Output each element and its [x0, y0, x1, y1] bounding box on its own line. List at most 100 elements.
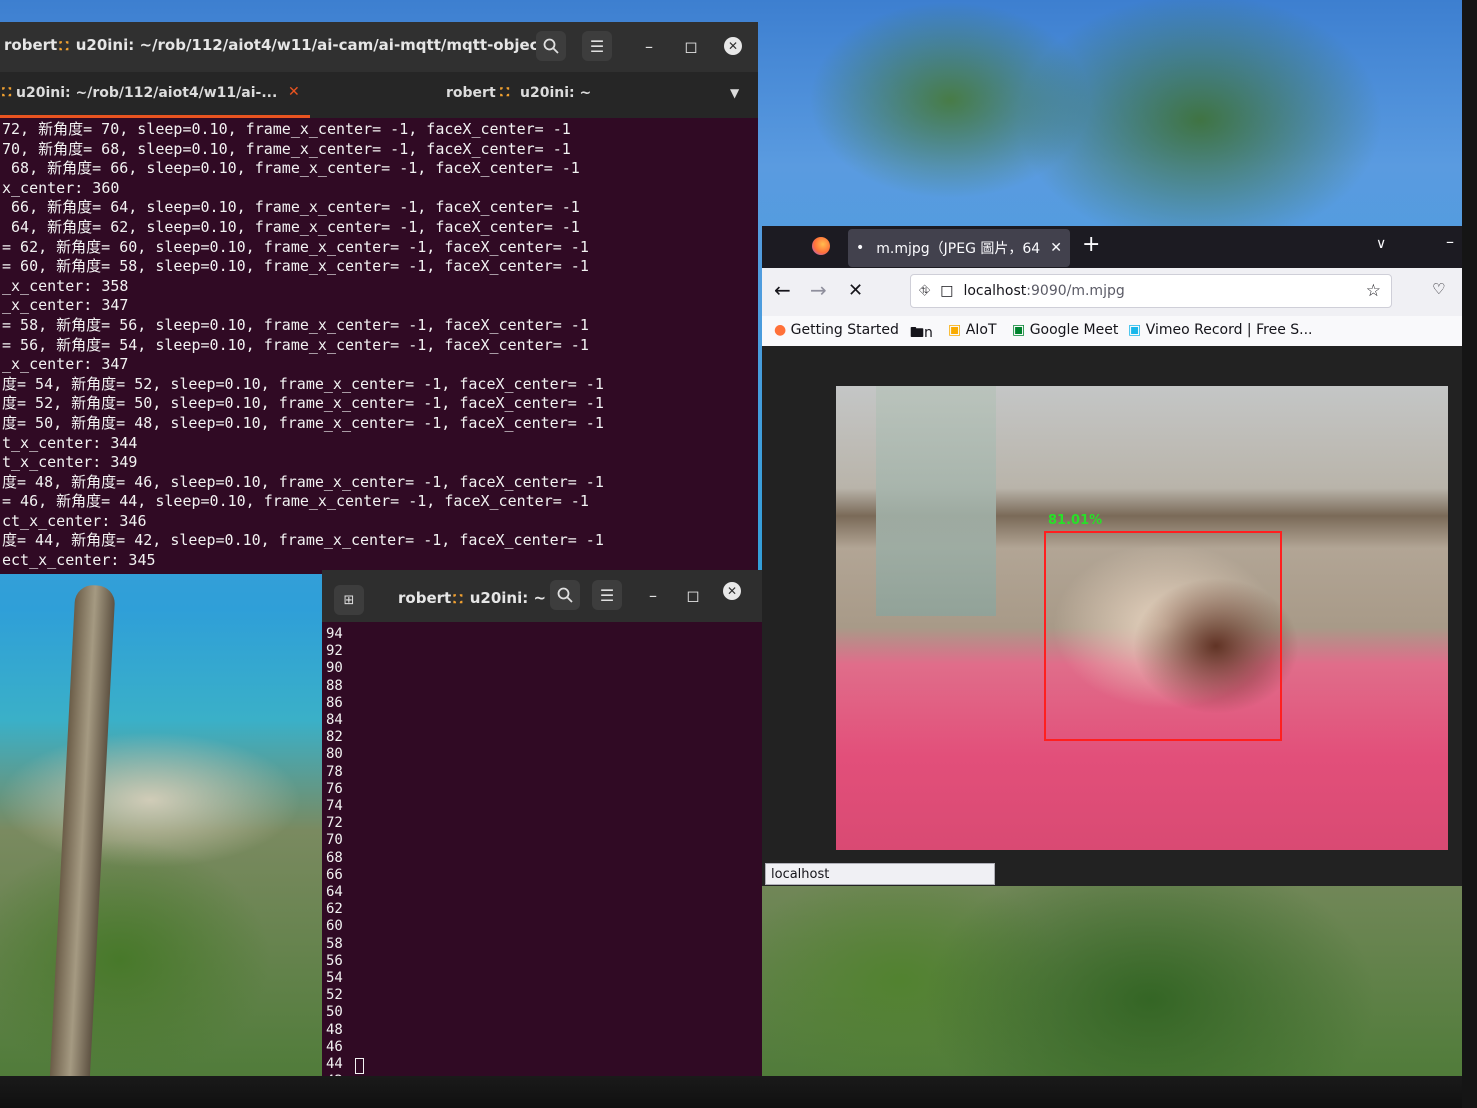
terminal-line: 度= 48, 新角度= 46, sleep=0.10, frame_x_cent…: [2, 472, 604, 491]
terminal-line: x_center: 360: [2, 178, 120, 197]
bookmark-label: Vimeo Record | Free S...: [1145, 322, 1313, 338]
tab-user: robert: [446, 85, 496, 101]
terminal-line: _x_center: 347: [2, 355, 129, 374]
terminal-line: 92: [326, 643, 343, 660]
title-path: u20ini: ~/rob/112/aiot4/w11/ai-cam/ai-mq…: [75, 36, 546, 54]
terminal-line: 88: [326, 677, 343, 694]
minimize-icon[interactable]: –: [638, 580, 668, 610]
tab-loading-dot: •: [856, 240, 865, 256]
new-tab-icon[interactable]: ⊞: [334, 585, 364, 615]
terminal-line: ct_x_center: 346: [2, 511, 147, 530]
hamburger-menu-icon[interactable]: ☰: [592, 580, 622, 610]
terminal-line: 60: [326, 918, 343, 935]
hamburger-menu-icon[interactable]: ☰: [582, 31, 612, 61]
terminal-line: 66, 新角度= 64, sleep=0.10, frame_x_center=…: [2, 198, 580, 217]
browser-content-area: 81.01%: [762, 346, 1477, 886]
close-icon[interactable]: ✕: [723, 582, 741, 600]
window-title: robert ⛚ u20ini: ~/rob/112/aiot4/w11/ai-c…: [4, 36, 546, 54]
tab-close-icon[interactable]: ✕: [288, 84, 300, 100]
active-tab-indicator: [0, 115, 310, 118]
terminal-line: 度= 54, 新角度= 52, sleep=0.10, frame_x_cent…: [2, 374, 604, 393]
bookmarks-toolbar: ● Getting Started 🖿n ▣ AIoT ▣ Google Mee…: [762, 316, 1477, 347]
terminal-titlebar[interactable]: ⊞ robert ⛚ u20ini: ~ ☰ – ◻ ✕: [322, 570, 762, 622]
forward-arrow-icon[interactable]: →: [810, 278, 827, 302]
url-bar[interactable]: ⛗ □ localhost:9090/m.mjpg ☆: [910, 274, 1392, 308]
close-tab-icon[interactable]: ✕: [1050, 240, 1062, 256]
shield-icon: ⛚: [500, 85, 510, 100]
shield-icon: ⛚: [2, 85, 12, 100]
close-icon[interactable]: ✕: [724, 37, 742, 55]
terminal-line: 58: [326, 935, 343, 952]
bookmark-label: n: [924, 325, 933, 341]
terminal-line: t_x_center: 349: [2, 453, 138, 472]
browser-tab-active[interactable]: • m.mjpg（JPEG 圖片，64 ✕: [848, 229, 1070, 267]
terminal-window-main[interactable]: robert ⛚ u20ini: ~/rob/112/aiot4/w11/ai-c…: [0, 22, 758, 574]
terminal-line: 52: [326, 987, 343, 1004]
search-icon[interactable]: [536, 31, 566, 61]
tab-active-terminal[interactable]: ⛚ u20ini: ~/rob/112/aiot4/w11/ai-... ✕: [0, 72, 310, 118]
terminal-line: 84: [326, 712, 343, 729]
terminal-line: 64, 新角度= 62, sleep=0.10, frame_x_center=…: [2, 217, 580, 236]
terminal-line: 78: [326, 763, 343, 780]
terminal-line: = 60, 新角度= 58, sleep=0.10, frame_x_cente…: [2, 257, 589, 276]
terminal-line: = 58, 新角度= 56, sleep=0.10, frame_x_cente…: [2, 315, 589, 334]
tab-label: u20ini: ~: [520, 85, 592, 101]
tracking-protection-icon[interactable]: ⛗: [919, 283, 930, 299]
terminal-cursor: [355, 1058, 364, 1074]
tab-list-dropdown-icon[interactable]: ∨: [1376, 236, 1386, 252]
bookmark-google-meet[interactable]: ▣ Google Meet: [1012, 322, 1118, 338]
bookmark-star-icon[interactable]: ☆: [1366, 281, 1381, 301]
terminal-line: 度= 50, 新角度= 48, sleep=0.10, frame_x_cent…: [2, 413, 604, 432]
window-title: robert ⛚ u20ini: ~: [398, 589, 546, 607]
url-host: localhost: [963, 283, 1027, 299]
terminal-line: _x_center: 347: [2, 296, 129, 315]
detection-confidence-label: 81.01%: [1048, 513, 1103, 528]
minimize-icon[interactable]: –: [1446, 232, 1454, 251]
google-meet-icon: ▣: [1012, 322, 1026, 338]
browser-nav-bar: ← → ✕ ⛗ □ localhost:9090/m.mjpg ☆ ♡ ⚐: [762, 268, 1477, 316]
mjpeg-stream-image: 81.01%: [836, 386, 1448, 850]
terminal-line: t_x_center: 344: [2, 433, 138, 452]
terminal-line: 46: [326, 1038, 343, 1055]
bookmark-folder-n[interactable]: 🖿n: [910, 322, 933, 346]
bookmark-getting-started[interactable]: ● Getting Started: [774, 322, 899, 338]
terminal-line: 90: [326, 660, 343, 677]
folder-icon: 🖿: [910, 325, 924, 341]
background-shelf: [876, 386, 996, 616]
monitor-bezel-right: [1462, 0, 1477, 1108]
terminal-window-secondary[interactable]: ⊞ robert ⛚ u20ini: ~ ☰ – ◻ ✕ 94 92 90 88 86 84…: [322, 570, 762, 1089]
terminal-line: 64: [326, 884, 343, 901]
terminal-line: 44: [326, 1056, 343, 1073]
shield-icon: ⛚: [59, 39, 69, 54]
browser-tab-strip: • m.mjpg（JPEG 圖片，64 ✕ + ∨ –: [762, 226, 1477, 268]
terminal-line: 68, 新角度= 66, sleep=0.10, frame_x_center=…: [2, 159, 580, 178]
terminal-line: 82: [326, 729, 343, 746]
back-arrow-icon[interactable]: ←: [774, 278, 791, 302]
bookmark-aiot[interactable]: ▣ AIoT: [948, 322, 997, 338]
bookmark-label: Getting Started: [790, 322, 899, 338]
terminal-line: 66: [326, 866, 343, 883]
bookmark-vimeo-record[interactable]: ▣ Vimeo Record | Free S...: [1128, 322, 1313, 338]
status-tooltip: localhost: [765, 863, 995, 885]
detection-bounding-box: [1044, 531, 1282, 741]
pocket-icon[interactable]: ♡: [1432, 280, 1445, 298]
terminal-line: 76: [326, 780, 343, 797]
new-tab-button[interactable]: +: [1082, 232, 1100, 257]
terminal-line: = 46, 新角度= 44, sleep=0.10, frame_x_cente…: [2, 492, 589, 511]
minimize-icon[interactable]: –: [634, 31, 664, 61]
stop-loading-icon[interactable]: ✕: [848, 280, 863, 301]
terminal-line: 80: [326, 746, 343, 763]
terminal-line: = 56, 新角度= 54, sleep=0.10, frame_x_cente…: [2, 335, 589, 354]
maximize-icon[interactable]: ◻: [678, 580, 708, 610]
search-icon[interactable]: [550, 580, 580, 610]
maximize-icon[interactable]: ◻: [676, 31, 706, 61]
terminal-titlebar[interactable]: robert ⛚ u20ini: ~/rob/112/aiot4/w11/ai-c…: [0, 22, 758, 72]
terminal-line: 86: [326, 694, 343, 711]
terminal-line: _x_center: 358: [2, 276, 129, 295]
shield-icon: ⛚: [453, 592, 463, 607]
firefox-window[interactable]: • m.mjpg（JPEG 圖片，64 ✕ + ∨ – ← → ✕ ⛗ □ lo…: [762, 226, 1477, 886]
title-user: robert: [4, 36, 58, 54]
chevron-down-icon[interactable]: ▼: [730, 86, 739, 100]
terminal-line: 度= 52, 新角度= 50, sleep=0.10, frame_x_cent…: [2, 394, 604, 413]
title-path: u20ini: ~: [469, 589, 547, 607]
